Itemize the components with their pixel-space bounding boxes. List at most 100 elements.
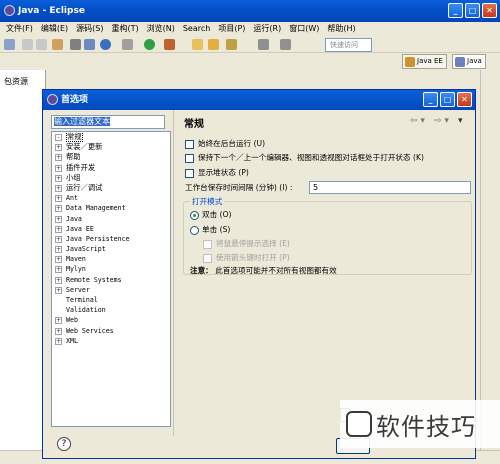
filter-input[interactable]: 输入过滤器文本	[51, 115, 165, 129]
tree-item-label: Ant	[66, 194, 78, 203]
menu-window[interactable]: 窗口(W)	[285, 22, 323, 36]
debug-icon[interactable]	[84, 39, 95, 50]
tree-item-label: 安装／更新	[66, 142, 103, 152]
checkbox-box[interactable]	[185, 153, 194, 163]
view-menu-icon[interactable]: ▾	[458, 116, 463, 126]
expand-icon[interactable]: +	[55, 286, 62, 294]
quick-access-input[interactable]: 快速访问	[325, 38, 372, 52]
collapse-icon[interactable]: -	[55, 134, 62, 141]
keep-switcher-open-checkbox[interactable]: 保持下一个／上一个编辑器、视图和透视图对话框处于打开状态 (K)	[185, 152, 424, 163]
show-heap-status-checkbox[interactable]: 显示堆状态 (P)	[185, 167, 249, 178]
tree-item[interactable]: + 小组	[52, 173, 170, 183]
expand-icon[interactable]: +	[55, 174, 62, 182]
expand-icon[interactable]: +	[55, 276, 62, 284]
open-folder-icon[interactable]	[208, 39, 219, 50]
radio-dot[interactable]	[190, 225, 199, 235]
dialog-maximize-button[interactable]: □	[440, 92, 455, 107]
help-icon[interactable]: ?	[57, 437, 71, 451]
tree-item[interactable]: + Web	[52, 315, 170, 325]
tree-item[interactable]: + JavaScript	[52, 244, 170, 254]
expand-icon[interactable]: +	[55, 337, 62, 345]
new-icon[interactable]	[4, 39, 15, 50]
tree-item[interactable]: - 常规	[52, 132, 170, 142]
pen-icon[interactable]	[226, 39, 237, 50]
expand-icon[interactable]: +	[55, 205, 62, 213]
expand-icon[interactable]: +	[55, 327, 62, 335]
minimize-button[interactable]: _	[448, 3, 463, 18]
eclipse-icon	[47, 94, 58, 105]
expand-icon[interactable]: +	[55, 266, 62, 274]
open-type-icon[interactable]	[192, 39, 203, 50]
run-in-background-checkbox[interactable]: 始终在后台运行 (U)	[185, 138, 265, 149]
radio-dot[interactable]	[190, 210, 199, 220]
tree-item[interactable]: + Java	[52, 214, 170, 224]
tree-item[interactable]: Validation	[52, 305, 170, 315]
tree-item[interactable]: + 帮助	[52, 152, 170, 162]
package-explorer-tab[interactable]: 包资源	[4, 76, 28, 87]
maximize-button[interactable]: □	[465, 3, 480, 18]
tree-item[interactable]: + Maven	[52, 254, 170, 264]
forward-icon[interactable]	[280, 39, 291, 50]
tree-item[interactable]: + Java Persistence	[52, 234, 170, 244]
back-icon[interactable]	[258, 39, 269, 50]
tree-item[interactable]: + XML	[52, 336, 170, 346]
tree-item[interactable]: + Mylyn	[52, 264, 170, 274]
maven-icon[interactable]	[100, 39, 111, 50]
tree-item[interactable]: + 运行／调试	[52, 183, 170, 193]
tree-item-label: XML	[66, 336, 78, 345]
perspective-javaee[interactable]: Java EE	[402, 54, 447, 69]
perspective-java[interactable]: Java	[452, 54, 486, 69]
splitter[interactable]	[173, 110, 174, 436]
menu-navigate[interactable]: 浏览(N)	[143, 22, 179, 36]
forward-arrow-icon[interactable]: ⇨ ▾	[434, 116, 449, 126]
run-icon[interactable]	[144, 39, 155, 50]
expand-icon[interactable]: +	[55, 246, 62, 254]
page-header: 常规 ⇦ ▾ ⇨ ▾ ▾	[180, 112, 470, 134]
dialog-close-button[interactable]: ✕	[457, 92, 472, 107]
expand-icon[interactable]: +	[55, 164, 62, 172]
menu-help[interactable]: 帮助(H)	[323, 22, 359, 36]
double-click-radio[interactable]: 双击 (O)	[190, 209, 232, 220]
close-button[interactable]: ✕	[482, 3, 497, 18]
autosave-interval-input[interactable]: 5	[309, 181, 471, 194]
window-title-bar: Java - Eclipse _ □ ✕	[0, 0, 500, 22]
note-row: 注意： 此首选项可能并不对所有视图都有效	[190, 265, 337, 276]
external-tools-icon[interactable]	[164, 39, 175, 50]
tree-item[interactable]: + Web Services	[52, 326, 170, 336]
save-icon[interactable]	[22, 39, 33, 50]
single-click-radio[interactable]: 单击 (S)	[190, 224, 230, 235]
tree-item[interactable]: + 插件开发	[52, 163, 170, 173]
expand-icon[interactable]: +	[55, 154, 62, 162]
checkbox-box[interactable]	[185, 139, 194, 149]
tree-item[interactable]: + Remote Systems	[52, 275, 170, 285]
menu-run[interactable]: 运行(R)	[249, 22, 285, 36]
dialog-minimize-button[interactable]: _	[423, 92, 438, 107]
expand-icon[interactable]: +	[55, 225, 62, 233]
print-icon[interactable]	[52, 39, 63, 50]
menu-file[interactable]: 文件(F)	[2, 22, 37, 36]
menu-source[interactable]: 源码(S)	[72, 22, 107, 36]
tree-item[interactable]: Terminal	[52, 295, 170, 305]
menu-refactor[interactable]: 重构(T)	[107, 22, 142, 36]
menu-edit[interactable]: 编辑(E)	[37, 22, 72, 36]
tree-item[interactable]: + Java EE	[52, 224, 170, 234]
gear-icon[interactable]	[122, 39, 133, 50]
tree-item[interactable]: + Server	[52, 285, 170, 295]
expand-icon[interactable]: +	[55, 235, 62, 243]
expand-icon[interactable]: +	[55, 195, 62, 203]
save-all-icon[interactable]	[36, 39, 47, 50]
tree-item[interactable]: + Ant	[52, 193, 170, 203]
checkbox-box[interactable]	[185, 168, 194, 178]
menu-search[interactable]: Search	[179, 22, 214, 36]
expand-icon[interactable]: +	[55, 184, 62, 192]
expand-icon[interactable]: +	[55, 215, 62, 223]
expand-icon[interactable]: +	[55, 317, 62, 325]
expand-icon[interactable]: +	[55, 144, 62, 152]
tree-item[interactable]: + Data Management	[52, 203, 170, 213]
eclipse-icon	[4, 5, 15, 16]
menu-project[interactable]: 项目(P)	[214, 22, 249, 36]
back-arrow-icon[interactable]: ⇦ ▾	[410, 116, 425, 126]
expand-icon[interactable]: +	[55, 256, 62, 264]
tree-item[interactable]: + 安装／更新	[52, 142, 170, 152]
wand-icon[interactable]	[70, 39, 81, 50]
